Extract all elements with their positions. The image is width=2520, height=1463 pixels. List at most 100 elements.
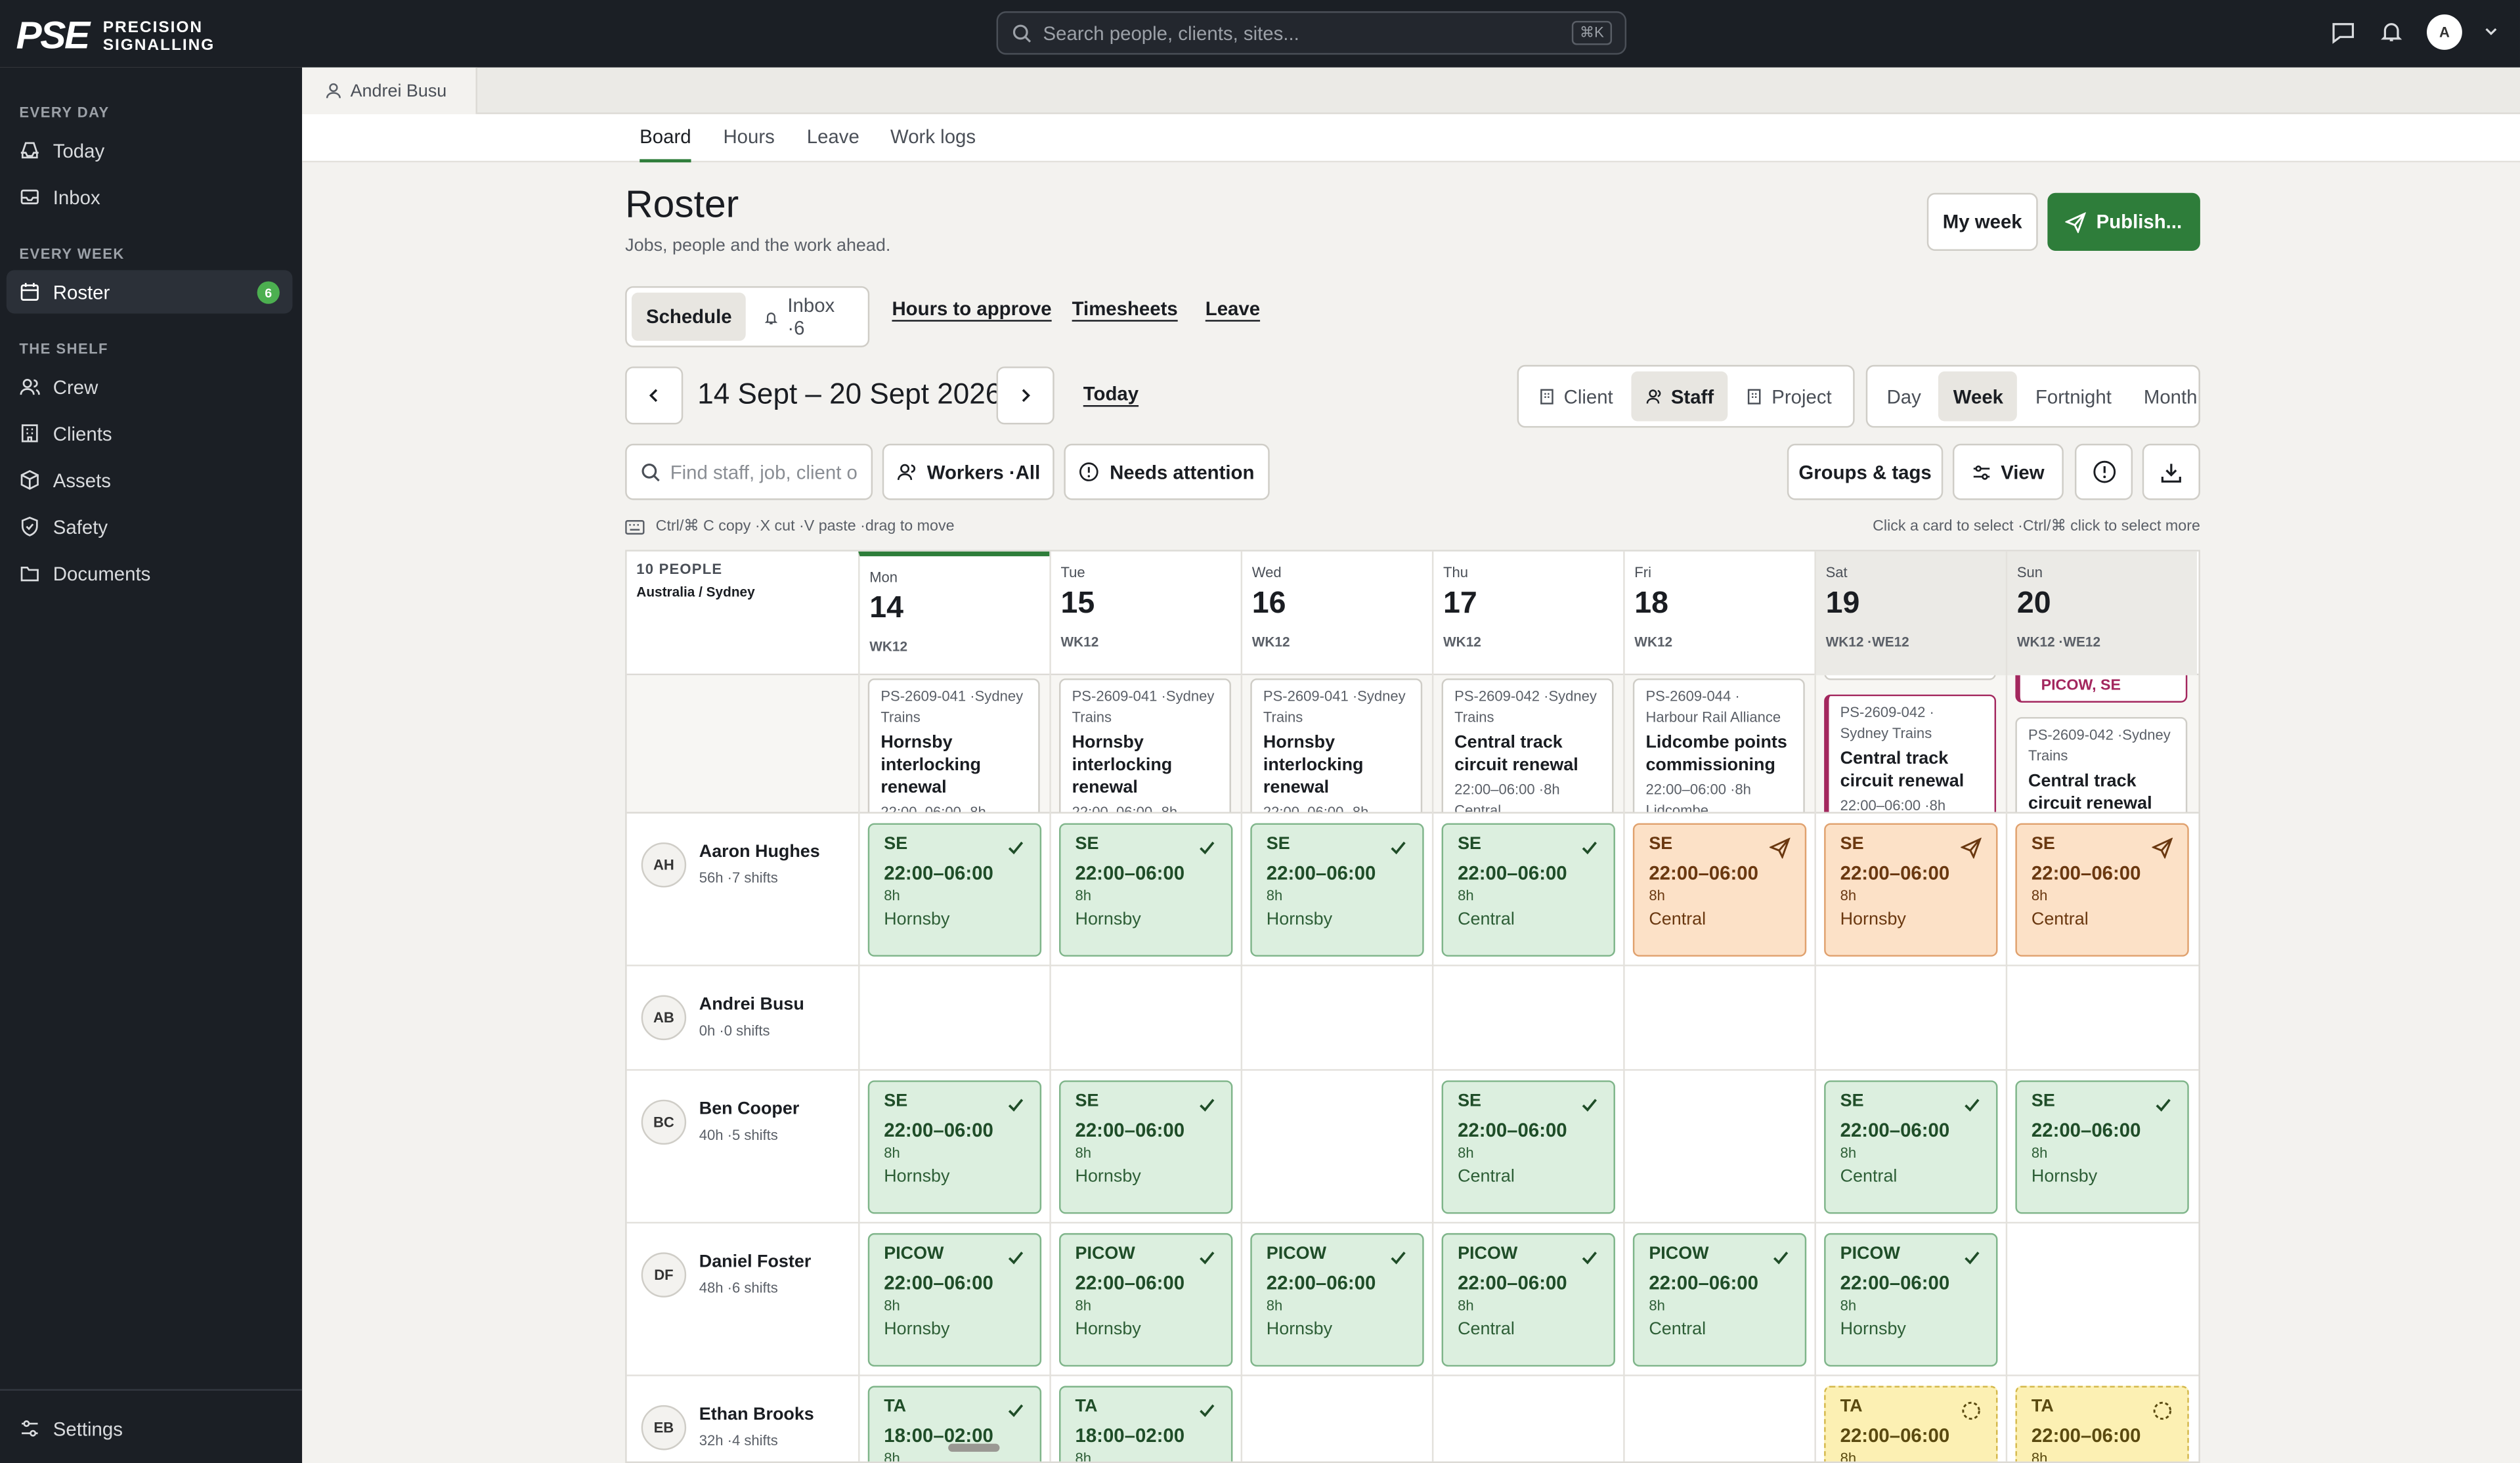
day-header[interactable]: Sat 19 WK12 ·WE12	[1814, 551, 2006, 676]
tab-leave[interactable]: Leave	[807, 125, 859, 162]
next-week-button[interactable]	[996, 366, 1054, 425]
sidebar-item-settings[interactable]: Settings	[7, 1407, 293, 1450]
period-fortnight[interactable]: Fortnight	[2021, 372, 2126, 422]
check-icon	[2154, 1095, 2173, 1114]
person-name[interactable]: Ben Cooper	[699, 1100, 800, 1119]
download-button[interactable]	[2142, 443, 2200, 500]
day-header[interactable]: Tue 15 WK12	[1049, 551, 1240, 676]
horizontal-scrollbar[interactable]	[948, 1443, 1000, 1452]
avatar[interactable]: AH	[641, 842, 687, 888]
tab-board[interactable]: Board	[640, 125, 691, 163]
sidebar-item-clients[interactable]: Clients	[7, 412, 293, 455]
job-card[interactable]: PS-2609-041 ·Sydney Trains Hornsby interl…	[867, 678, 1040, 812]
job-card[interactable]: PS-2609-044 · Harbour Rail Alliance Lidco…	[1632, 678, 1805, 812]
group-project[interactable]: Project	[1731, 372, 1846, 422]
day-header[interactable]: Wed 16 WK12	[1240, 551, 1432, 676]
tab-hours[interactable]: Hours	[723, 125, 774, 162]
shift-card[interactable]: PICOW 22:00–06:00 8h Hornsby	[1250, 1233, 1424, 1367]
alerts-button[interactable]	[2074, 443, 2133, 500]
check-icon	[1006, 838, 1025, 857]
shift-card[interactable]: SE 22:00–06:00 8h Central	[1824, 1080, 1998, 1214]
groups-tags-button[interactable]: Groups & tags	[1787, 443, 1944, 500]
period-day[interactable]: Day	[1873, 372, 1936, 422]
group-client[interactable]: Client	[1523, 372, 1627, 422]
job-card[interactable]: PS-2609-042 ·Sydney Trains Central track …	[2015, 716, 2188, 812]
period-month[interactable]: Month	[2129, 372, 2212, 422]
shift-hours: 8h	[1840, 1297, 1857, 1314]
user-avatar[interactable]: A	[2427, 14, 2462, 50]
job-code: PS-2609-041 ·Sydney Trains	[880, 688, 1024, 726]
leave-link[interactable]: Leave	[1206, 297, 1260, 320]
shift-card[interactable]: SE 22:00–06:00 8h Central	[1632, 823, 1807, 957]
shift-card[interactable]: SE 22:00–06:00 8h Hornsby	[1059, 1080, 1233, 1214]
hours-to-approve-link[interactable]: Hours to approve	[892, 297, 1051, 320]
sidebar-item-inbox[interactable]: Inbox	[7, 175, 293, 219]
avatar[interactable]: BC	[641, 1099, 687, 1145]
shift-card[interactable]: TA 22:00–06:00 8h	[1824, 1386, 1998, 1462]
job-card[interactable]	[1824, 675, 1997, 680]
sidebar-item-documents[interactable]: Documents	[7, 552, 293, 595]
group-staff[interactable]: Staff	[1630, 371, 1729, 422]
previous-week-button[interactable]	[625, 366, 684, 425]
shift-card[interactable]: SE 22:00–06:00 8h Hornsby	[2015, 1080, 2189, 1214]
day-header[interactable]: Mon 14 WK12	[858, 551, 1050, 676]
shift-time: 22:00–06:00	[2031, 862, 2141, 884]
shift-card[interactable]: TA 18:00–02:00 8h	[1059, 1386, 1233, 1462]
shift-card[interactable]: TA 22:00–06:00 8h	[2015, 1386, 2189, 1462]
job-card[interactable]: PS-2609-041 ·Sydney Trains Hornsby interl…	[1250, 678, 1423, 812]
person-name[interactable]: Ethan Brooks	[699, 1405, 814, 1424]
person-name[interactable]: Andrei Busu	[699, 995, 804, 1015]
app-logo[interactable]: PSE PRECISION SIGNALLING	[16, 14, 231, 60]
view-options-button[interactable]: View	[1952, 443, 2064, 500]
publish-button[interactable]: Publish...	[2047, 192, 2200, 251]
document-tab[interactable]: Andrei Busu	[302, 67, 477, 114]
avatar[interactable]: AB	[641, 995, 687, 1041]
folder-icon	[20, 566, 39, 582]
shift-card[interactable]: PICOW 22:00–06:00 8h Hornsby	[867, 1233, 1042, 1367]
job-card[interactable]: PS-2609-042 ·Sydney Trains Central track …	[1441, 678, 1614, 812]
shift-card[interactable]: PICOW 22:00–06:00 8h Hornsby	[1824, 1233, 1998, 1367]
day-header[interactable]: Fri 18 WK12	[1623, 551, 1814, 676]
tab-inbox[interactable]: Inbox ·6	[750, 293, 863, 341]
shift-role: PICOW	[1649, 1244, 1709, 1264]
shift-card[interactable]: SE 22:00–06:00 8h Hornsby	[1250, 823, 1424, 957]
shift-card[interactable]: SE 22:00–06:00 8h Hornsby	[1824, 823, 1998, 957]
shift-card[interactable]: SE 22:00–06:00 8h Hornsby	[867, 823, 1042, 957]
my-week-button[interactable]: My week	[1926, 192, 2038, 251]
period-week[interactable]: Week	[1938, 371, 2018, 422]
sidebar-item-crew[interactable]: Crew	[7, 365, 293, 408]
global-search-input[interactable]: Search people, clients, sites... ⌘K	[996, 11, 1627, 55]
shift-card[interactable]: SE 22:00–06:00 8h Hornsby	[1059, 823, 1233, 957]
shift-card[interactable]: SE 22:00–06:00 8h Central	[1441, 823, 1615, 957]
person-name[interactable]: Aaron Hughes	[699, 842, 820, 862]
workers-filter-button[interactable]: Workers ·All	[882, 443, 1054, 500]
shift-card[interactable]: PICOW 22:00–06:00 8h Central	[1632, 1233, 1807, 1367]
sidebar-item-safety[interactable]: Safety	[7, 505, 293, 548]
tab-schedule[interactable]: Schedule	[631, 292, 747, 341]
sidebar-item-assets[interactable]: Assets	[7, 458, 293, 502]
day-header[interactable]: Thu 17 WK12	[1431, 551, 1623, 676]
job-card[interactable]: PS-2609-041 ·Sydney Trains Hornsby interl…	[1059, 678, 1231, 812]
avatar[interactable]: DF	[641, 1252, 687, 1298]
find-input[interactable]: Find staff, job, client o	[625, 443, 873, 500]
job-name: Lidcombe points commissioning	[1645, 733, 1787, 775]
shift-card[interactable]: SE 22:00–06:00 8h Central	[2015, 823, 2189, 957]
chevron-down-icon[interactable]	[2485, 26, 2498, 39]
chat-icon[interactable]	[2330, 19, 2356, 45]
shift-card[interactable]: SE 22:00–06:00 8h Central	[1441, 1080, 1615, 1214]
avatar[interactable]: EB	[641, 1405, 687, 1451]
bell-icon[interactable]	[2379, 19, 2404, 45]
person-name[interactable]: Daniel Foster	[699, 1252, 812, 1271]
timesheets-link[interactable]: Timesheets	[1072, 297, 1178, 320]
sidebar-item-today[interactable]: Today	[7, 129, 293, 172]
job-card[interactable]: PS-2609-042 · Sydney Trains Central track…	[1824, 694, 1997, 812]
shift-card[interactable]: PICOW 22:00–06:00 8h Central	[1441, 1233, 1615, 1367]
job-card[interactable]: PICOW, SE	[2015, 675, 2188, 703]
needs-attention-button[interactable]: Needs attention	[1064, 443, 1270, 500]
tab-work-logs[interactable]: Work logs	[890, 125, 976, 162]
today-link[interactable]: Today	[1083, 383, 1139, 405]
shift-card[interactable]: PICOW 22:00–06:00 8h Hornsby	[1059, 1233, 1233, 1367]
day-header[interactable]: Sun 20 WK12 ·WE12	[2005, 551, 2198, 676]
shift-card[interactable]: SE 22:00–06:00 8h Hornsby	[867, 1080, 1042, 1214]
sidebar-item-roster[interactable]: Roster 6	[6, 270, 293, 314]
